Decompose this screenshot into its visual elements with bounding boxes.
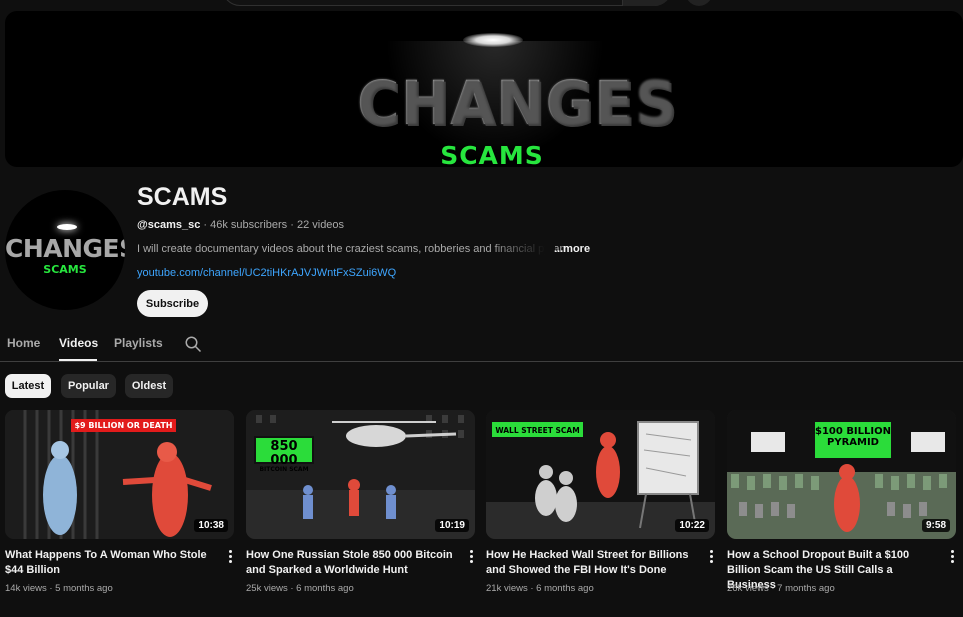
- thumbnail-caption: WALL STREET SCAM: [491, 421, 584, 438]
- video-meta: 14k views · 5 months ago: [5, 583, 113, 594]
- active-tab-indicator: [59, 359, 97, 361]
- avatar-logo-title: CHANGES: [5, 234, 125, 263]
- channel-tabs: Home Videos Playlists: [0, 325, 963, 362]
- channel-avatar[interactable]: CHANGES SCAMS: [5, 190, 125, 310]
- thumbnail-caption: $9 BILLION OR DEATH: [71, 419, 176, 432]
- banner-spotlight-lamp: [463, 33, 523, 47]
- video-meta: 25k views · 6 months ago: [246, 583, 354, 594]
- video-thumbnail[interactable]: 850 000 BITCOIN SCAM 10:19: [246, 410, 475, 539]
- subscribe-button[interactable]: Subscribe: [137, 290, 208, 317]
- more-vert-icon[interactable]: [226, 550, 234, 564]
- channel-name: SCAMS: [137, 183, 228, 211]
- meta-separator: ·: [287, 583, 297, 594]
- voice-search-button[interactable]: [684, 0, 714, 6]
- description-fade: [490, 243, 555, 257]
- upload-age: 6 months ago: [296, 583, 354, 594]
- avatar-logo-subtitle: SCAMS: [43, 263, 87, 276]
- upload-age: 6 months ago: [536, 583, 594, 594]
- video-duration: 10:38: [194, 519, 228, 532]
- thumbnail-caption-sub: PYRAMID: [827, 436, 879, 448]
- meta-separator: ·: [768, 583, 778, 594]
- video-title[interactable]: How He Hacked Wall Street for Billions a…: [486, 548, 701, 578]
- search-icon[interactable]: [184, 335, 202, 353]
- thumbnail-caption: $100 BILLION PYRAMID: [814, 421, 892, 459]
- video-card[interactable]: WALL STREET SCAM 10:22 How He Hacked Wal…: [486, 410, 715, 610]
- video-title[interactable]: What Happens To A Woman Who Stole $44 Bi…: [5, 548, 220, 578]
- masthead-search-input[interactable]: [222, 0, 672, 6]
- video-card[interactable]: 850 000 BITCOIN SCAM 10:19 How One Russi…: [246, 410, 475, 610]
- chip-oldest[interactable]: Oldest: [125, 374, 173, 398]
- video-meta: 21k views · 6 months ago: [486, 583, 594, 594]
- video-duration: 9:58: [921, 519, 950, 532]
- description-more-link[interactable]: ...more: [554, 243, 590, 255]
- video-thumbnail[interactable]: $9 BILLION OR DEATH 10:38: [5, 410, 234, 539]
- meta-separator: ·: [287, 219, 297, 231]
- tab-videos[interactable]: Videos: [59, 336, 98, 350]
- upload-age: 5 months ago: [55, 583, 113, 594]
- masthead: [0, 0, 963, 10]
- view-count: 14k views: [5, 583, 47, 594]
- tab-playlists[interactable]: Playlists: [114, 336, 163, 350]
- channel-banner: CHANGES SCAMS: [5, 11, 963, 167]
- more-vert-icon[interactable]: [467, 550, 475, 564]
- view-count: 26k views: [727, 583, 769, 594]
- channel-meta: @scams_sc · 46k subscribers · 22 videos: [137, 219, 344, 231]
- upload-age: 7 months ago: [777, 583, 835, 594]
- more-vert-icon[interactable]: [707, 550, 715, 564]
- tab-home[interactable]: Home: [7, 336, 40, 350]
- thumbnail-caption-main: $100 BILLION: [815, 426, 891, 437]
- video-meta: 26k views · 7 months ago: [727, 583, 835, 594]
- video-title[interactable]: How One Russian Stole 850 000 Bitcoin an…: [246, 548, 461, 578]
- meta-separator: ·: [527, 583, 537, 594]
- video-card[interactable]: $9 BILLION OR DEATH 10:38 What Happens T…: [5, 410, 234, 610]
- banner-logo-title: CHANGES: [357, 67, 678, 139]
- meta-separator: ·: [200, 219, 211, 231]
- meta-separator: ·: [46, 583, 56, 594]
- thumbnail-caption-sub: BITCOIN SCAM: [259, 466, 309, 474]
- view-count: 21k views: [486, 583, 528, 594]
- view-count: 25k views: [246, 583, 288, 594]
- banner-logo-subtitle: SCAMS: [440, 141, 544, 167]
- subscriber-count: 46k subscribers: [210, 219, 288, 231]
- avatar-spotlight: [57, 224, 77, 230]
- thumbnail-caption-main: 850 000: [270, 439, 298, 468]
- channel-link[interactable]: youtube.com/channel/UC2tiHKrAJVJWntFxSZu…: [137, 267, 396, 279]
- video-duration: 10:19: [435, 519, 469, 532]
- thumbnail-caption: 850 000 BITCOIN SCAM: [254, 436, 314, 473]
- video-card[interactable]: $100 BILLION PYRAMID 9:58 How a School D…: [727, 410, 956, 610]
- video-count: 22 videos: [296, 219, 345, 231]
- more-vert-icon[interactable]: [948, 550, 956, 564]
- video-duration: 10:22: [675, 519, 709, 532]
- video-thumbnail[interactable]: WALL STREET SCAM 10:22: [486, 410, 715, 539]
- chip-latest[interactable]: Latest: [5, 374, 51, 398]
- chip-popular[interactable]: Popular: [61, 374, 116, 398]
- video-thumbnail[interactable]: $100 BILLION PYRAMID 9:58: [727, 410, 956, 539]
- channel-handle: @scams_sc: [137, 219, 201, 231]
- masthead-search-button[interactable]: [622, 0, 672, 6]
